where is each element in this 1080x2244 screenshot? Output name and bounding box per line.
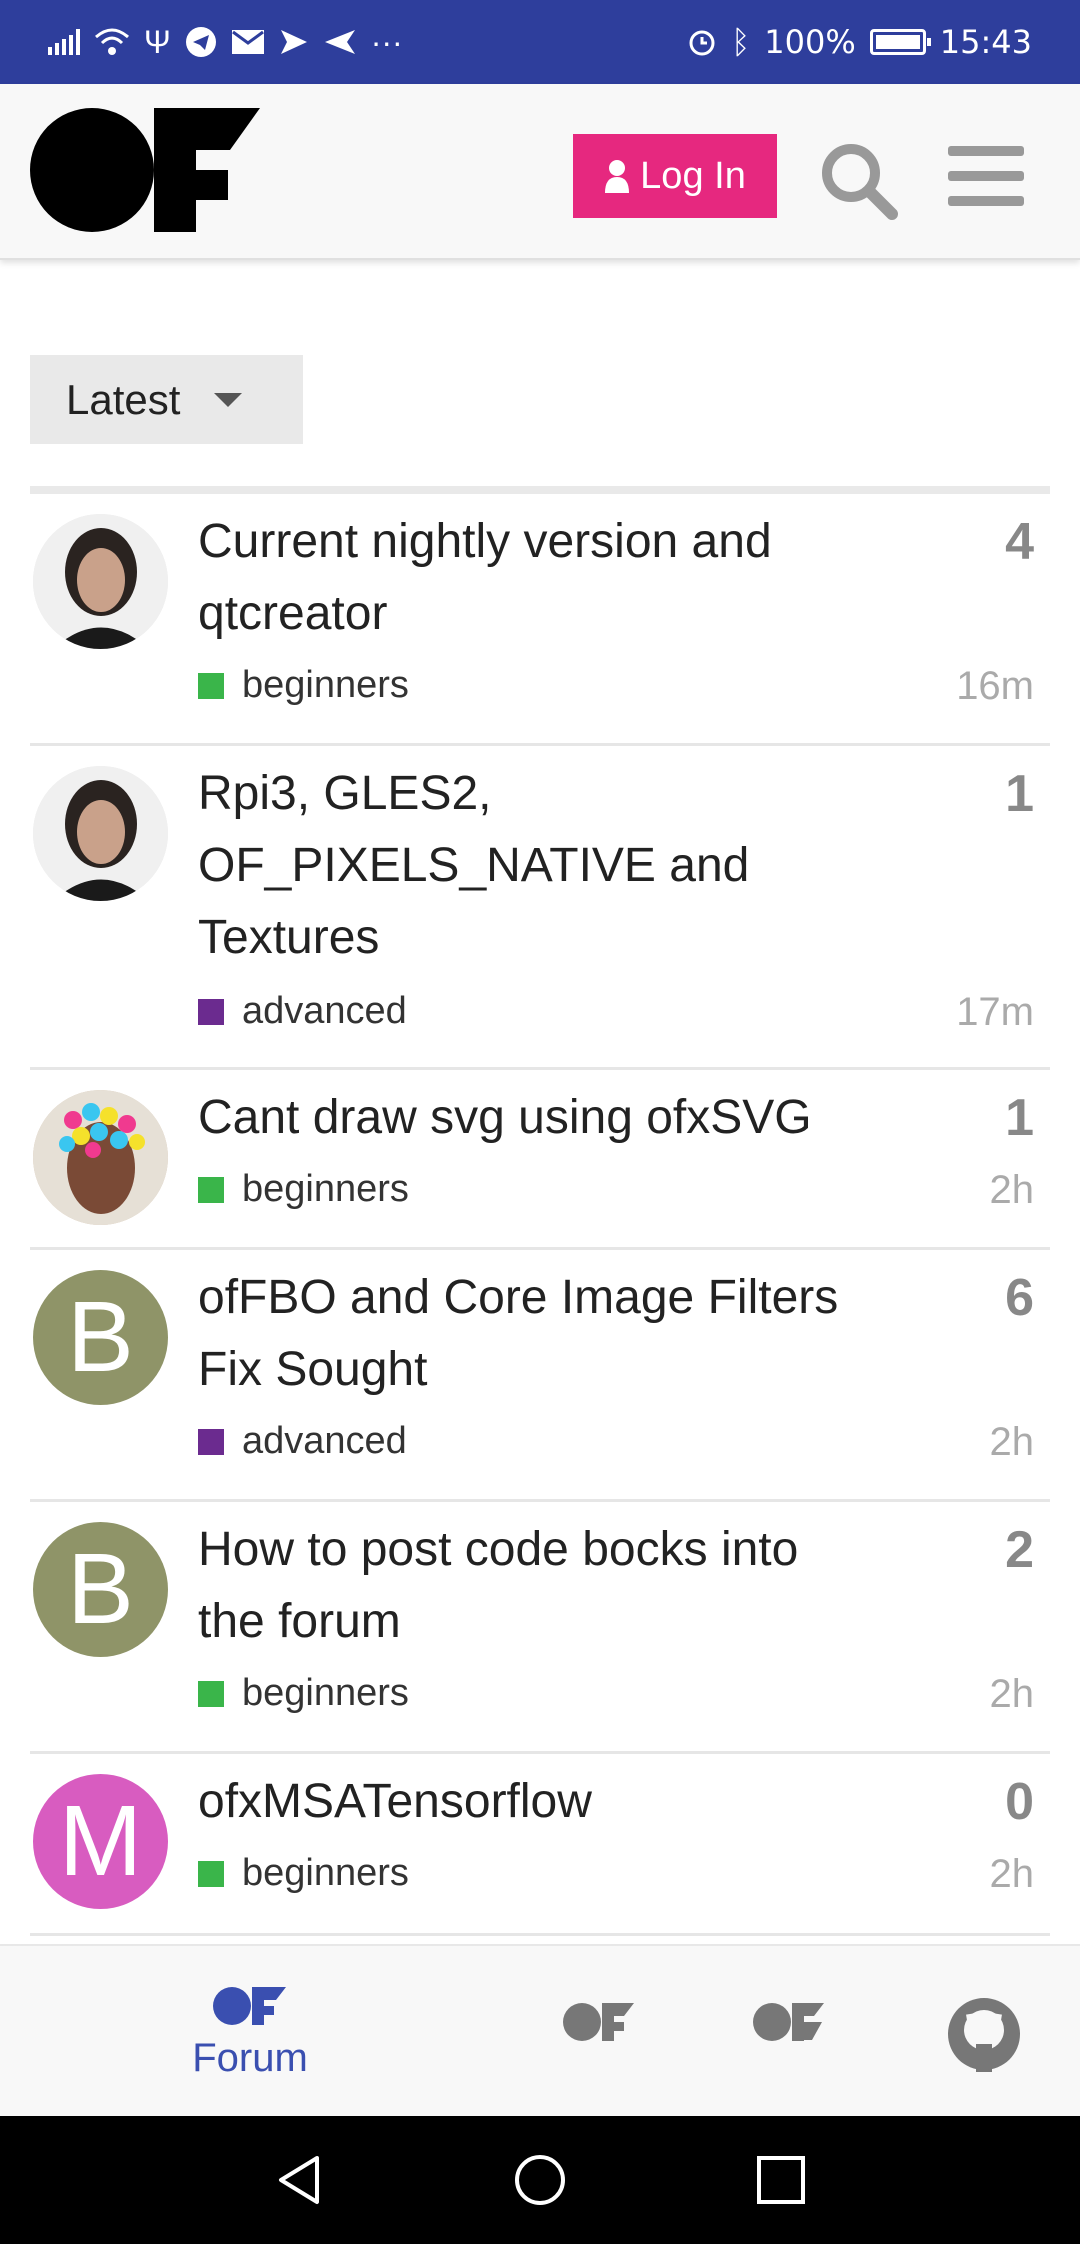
mail-icon (231, 30, 264, 54)
openframeworks-logo[interactable] (30, 108, 260, 232)
notification-icon (280, 30, 307, 54)
activity-age: 2h (989, 1168, 1035, 1212)
topic-row[interactable]: Current nightly version and qtcreator be… (30, 494, 1050, 746)
topic-row[interactable]: M ofxMSATensorflow beginners 0 2h (30, 1754, 1050, 1936)
usb-icon: Ψ (144, 23, 171, 60)
nav-forum-label: Forum (192, 2036, 308, 2080)
category-badge[interactable]: beginners (198, 664, 409, 707)
topic-title[interactable]: ofFBO and Core Image Filters Fix Sought (198, 1262, 858, 1406)
reply-count: 1 (1005, 1089, 1034, 1147)
send-icon (324, 30, 355, 54)
hamburger-menu-icon[interactable] (948, 144, 1024, 208)
forum-logo-icon (213, 1987, 286, 2025)
category-badge[interactable]: beginners (198, 1672, 409, 1715)
activity-age: 2h (989, 1420, 1035, 1464)
category-color (198, 1860, 224, 1887)
category-name: beginners (242, 664, 409, 706)
activity-age: 17m (956, 990, 1034, 1034)
category-name: beginners (242, 1168, 409, 1210)
category-color (198, 1176, 224, 1203)
topic-title[interactable]: Rpi3, GLES2, OF_PIXELS_NATIVE and Textur… (198, 758, 798, 974)
avatar[interactable]: B (33, 1270, 168, 1405)
status-bar: Ψ ··· ᛒ 100% 15:43 (0, 0, 1080, 84)
search-icon[interactable] (818, 140, 898, 220)
caret-down-icon (214, 392, 243, 407)
alarm-icon (689, 30, 715, 56)
reply-count: 4 (1005, 513, 1034, 571)
category-color (198, 672, 224, 699)
recents-icon[interactable] (755, 2154, 807, 2206)
bluetooth-icon: ᛒ (731, 23, 751, 61)
avatar[interactable]: B (33, 1522, 168, 1657)
avatar-letter: B (67, 1533, 134, 1645)
topic-title[interactable]: How to post code bocks into the forum (198, 1514, 858, 1658)
signal-icon (48, 29, 80, 55)
category-name: beginners (242, 1852, 409, 1894)
category-color (198, 1428, 224, 1455)
latest-dropdown[interactable]: Latest (30, 355, 303, 444)
clock: 15:43 (939, 23, 1032, 61)
filter-label: Latest (66, 375, 181, 423)
home-icon[interactable] (514, 2154, 566, 2206)
back-icon[interactable] (273, 2154, 325, 2206)
category-color (198, 1680, 224, 1707)
topic-row[interactable]: Rpi3, GLES2, OF_PIXELS_NATIVE and Textur… (30, 746, 1050, 1070)
android-nav-bar (0, 2116, 1080, 2244)
user-icon (605, 160, 630, 193)
topic-row[interactable]: Cant draw svg using ofxSVG beginners 1 2… (30, 1070, 1050, 1250)
avatar-letter: M (58, 1785, 143, 1897)
site-header: Log In (0, 84, 1080, 260)
status-right: ᛒ 100% 15:43 (687, 23, 1032, 61)
avatar[interactable] (33, 514, 168, 649)
more-indicator: ··· (370, 23, 403, 60)
category-name: advanced (242, 990, 407, 1032)
avatar[interactable] (33, 766, 168, 901)
category-color (198, 998, 224, 1025)
activity-age: 16m (956, 664, 1034, 708)
reply-count: 0 (1005, 1773, 1034, 1831)
category-badge[interactable]: beginners (198, 1852, 409, 1895)
of-site-icon[interactable] (562, 2002, 634, 2042)
reply-count: 1 (1005, 765, 1034, 823)
of-docs-icon[interactable] (752, 2002, 824, 2042)
avatar-letter: B (67, 1281, 134, 1393)
list-divider (30, 486, 1050, 494)
topic-row[interactable]: B ofFBO and Core Image Filters Fix Sough… (30, 1250, 1050, 1502)
user-photo-icon (33, 1090, 168, 1225)
category-name: beginners (242, 1672, 409, 1714)
user-photo-icon (33, 766, 168, 901)
login-label: Log In (640, 154, 746, 197)
topic-row[interactable]: B How to post code bocks into the forum … (30, 1502, 1050, 1754)
battery-percent: 100% (764, 23, 856, 61)
activity-age: 2h (989, 1672, 1035, 1716)
github-icon[interactable] (946, 1996, 1022, 2072)
telegram-icon (185, 27, 216, 57)
status-left: Ψ ··· (48, 24, 403, 61)
avatar[interactable] (33, 1090, 168, 1225)
topic-title[interactable]: Current nightly version and qtcreator (198, 506, 858, 650)
topic-title[interactable]: ofxMSATensorflow (198, 1766, 858, 1838)
nav-forum[interactable]: Forum (150, 1986, 350, 2081)
user-photo-icon (33, 514, 168, 649)
login-button[interactable]: Log In (573, 134, 777, 218)
topic-title[interactable]: Cant draw svg using ofxSVG (198, 1082, 858, 1154)
avatar[interactable]: M (33, 1774, 168, 1909)
reply-count: 6 (1005, 1269, 1034, 1327)
battery-icon (869, 29, 931, 55)
category-badge[interactable]: advanced (198, 990, 407, 1033)
category-badge[interactable]: advanced (198, 1420, 407, 1463)
wifi-icon (95, 28, 129, 55)
reply-count: 2 (1005, 1521, 1034, 1579)
category-badge[interactable]: beginners (198, 1168, 409, 1211)
category-name: advanced (242, 1420, 407, 1462)
activity-age: 2h (989, 1852, 1035, 1896)
bottom-nav: Forum (0, 1944, 1080, 2116)
